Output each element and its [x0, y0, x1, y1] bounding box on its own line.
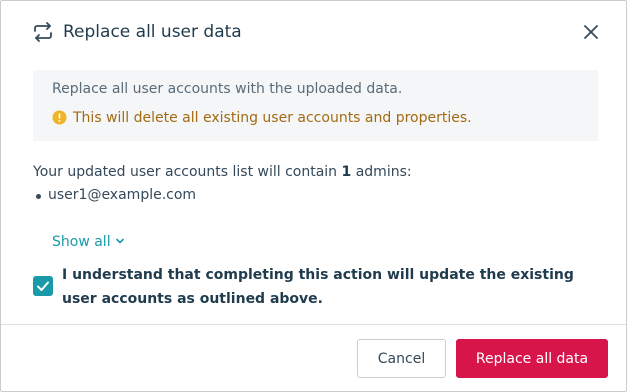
admins-summary: Your updated user accounts list will con… — [33, 164, 412, 180]
consent-checkbox[interactable] — [33, 276, 53, 296]
list-item: user1@example.com — [33, 187, 196, 203]
dialog-header: Replace all user data — [1, 1, 626, 65]
admin-list: user1@example.com — [33, 187, 196, 203]
admin-count: 1 — [341, 164, 352, 180]
check-icon — [37, 281, 49, 291]
cancel-button[interactable]: Cancel — [357, 339, 446, 378]
dialog-title: Replace all user data — [63, 22, 242, 42]
close-icon[interactable] — [582, 23, 600, 41]
show-all-label: Show all — [52, 234, 111, 250]
chevron-down-icon — [115, 234, 125, 250]
replace-all-data-button[interactable]: Replace all data — [456, 339, 608, 378]
warning-text: This will delete all existing user accou… — [73, 110, 472, 126]
warning-icon — [52, 110, 67, 125]
summary-suffix: admins: — [351, 164, 412, 180]
consent-label[interactable]: I understand that completing this action… — [62, 263, 582, 311]
footer-divider — [1, 324, 626, 325]
sync-arrows-icon — [32, 21, 54, 43]
info-panel: Replace all user accounts with the uploa… — [33, 70, 598, 141]
show-all-link[interactable]: Show all — [52, 234, 125, 250]
replace-user-data-dialog: Replace all user data Replace all user a… — [0, 0, 627, 392]
summary-prefix: Your updated user accounts list will con… — [33, 164, 342, 180]
info-description: Replace all user accounts with the uploa… — [52, 81, 403, 97]
